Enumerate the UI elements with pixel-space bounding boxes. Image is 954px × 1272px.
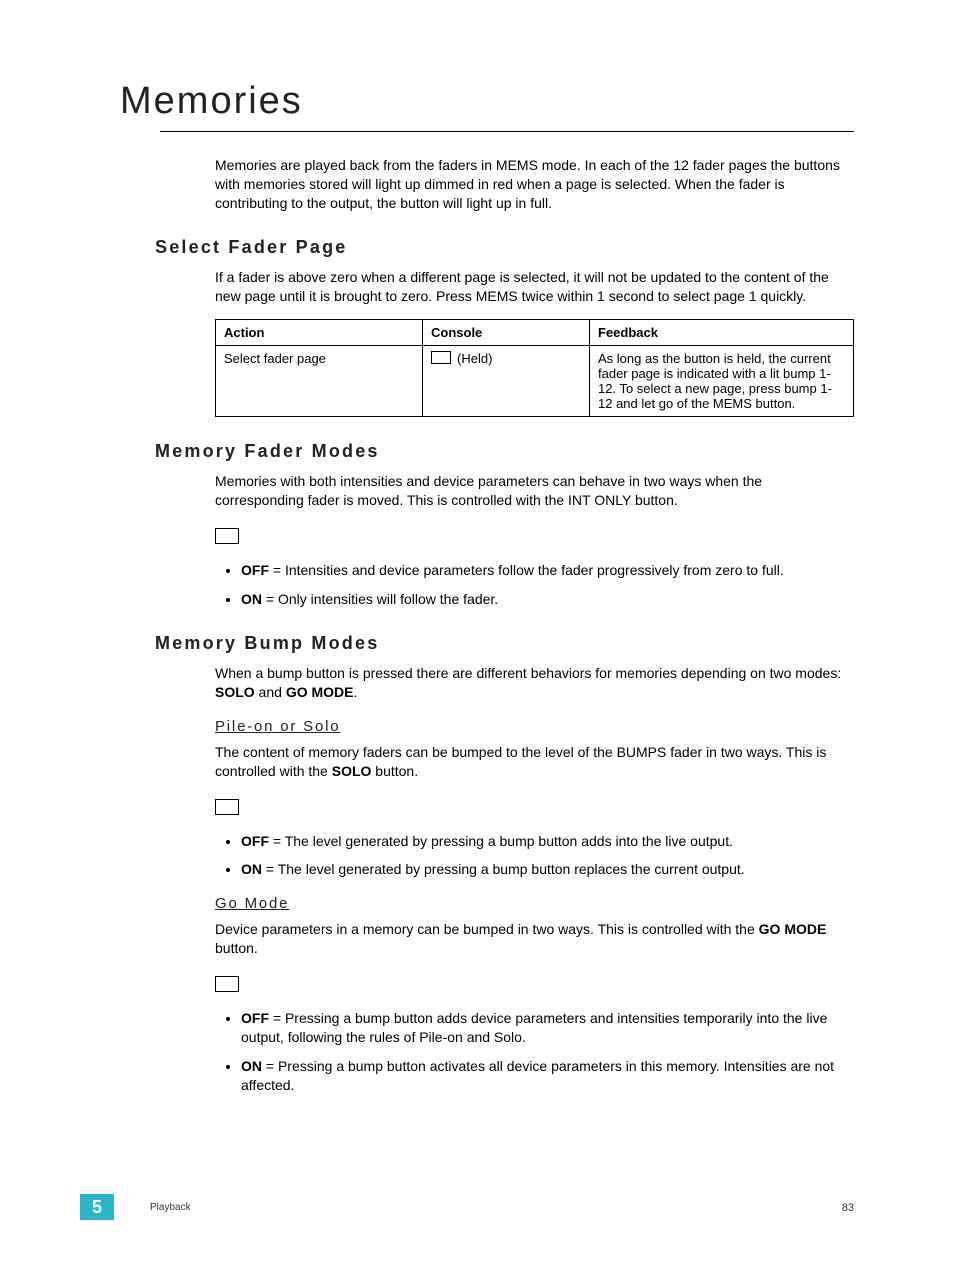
heading-bump-modes: Memory Bump Modes	[155, 633, 854, 654]
pile-on-list: OFF = The level generated by pressing a …	[215, 832, 854, 880]
pile-on-paragraph: The content of memory faders can be bump…	[215, 743, 854, 781]
select-fader-paragraph: If a fader is above zero when a differen…	[215, 268, 854, 306]
console-held-label: (Held)	[457, 351, 492, 366]
console-button-icon	[431, 351, 451, 364]
th-console: Console	[423, 320, 590, 346]
cell-action: Select fader page	[216, 346, 423, 417]
footer-section-label: Playback	[150, 1202, 191, 1213]
list-item: ON = Pressing a bump button activates al…	[241, 1057, 854, 1095]
th-action: Action	[216, 320, 423, 346]
go-mode-button-icon	[215, 976, 239, 992]
select-fader-table: Action Console Feedback Select fader pag…	[215, 319, 854, 417]
page-title: Memories	[120, 80, 854, 123]
bump-modes-paragraph: When a bump button is pressed there are …	[215, 664, 854, 702]
list-item: OFF = The level generated by pressing a …	[241, 832, 854, 851]
footer-page-number: 83	[842, 1202, 854, 1214]
cell-console: (Held)	[423, 346, 590, 417]
page-footer: 5 Playback 83	[0, 1194, 954, 1224]
cell-feedback: As long as the button is held, the curre…	[590, 346, 854, 417]
mode-label: ON	[241, 1058, 262, 1074]
fader-modes-list: OFF = Intensities and device parameters …	[215, 561, 854, 609]
intro-paragraph: Memories are played back from the faders…	[215, 156, 854, 213]
heading-fader-modes: Memory Fader Modes	[155, 441, 854, 462]
document-page: Memories Memories are played back from t…	[0, 0, 954, 1272]
mode-text: = The level generated by pressing a bump…	[262, 861, 745, 877]
heading-pile-on: Pile-on or Solo	[215, 718, 854, 735]
list-item: ON = Only intensities will follow the fa…	[241, 590, 854, 609]
list-item: OFF = Pressing a bump button adds device…	[241, 1009, 854, 1047]
mode-text: = Pressing a bump button adds device par…	[241, 1010, 827, 1045]
mode-label: OFF	[241, 1010, 269, 1026]
pile-btn: SOLO	[332, 763, 372, 779]
mode-text: = The level generated by pressing a bump…	[269, 833, 733, 849]
int-only-button-icon	[215, 528, 239, 544]
mode-text: = Intensities and device parameters foll…	[269, 562, 784, 578]
th-feedback: Feedback	[590, 320, 854, 346]
body-column: Memories are played back from the faders…	[215, 156, 854, 1095]
pile-para-post: button.	[371, 763, 418, 779]
go-mode-list: OFF = Pressing a bump button adds device…	[215, 1009, 854, 1095]
solo-button-icon	[215, 799, 239, 815]
mode-label: ON	[241, 861, 262, 877]
bump-mode2: GO MODE	[286, 684, 354, 700]
chapter-number-badge: 5	[80, 1194, 114, 1220]
go-mode-paragraph: Device parameters in a memory can be bum…	[215, 920, 854, 958]
table-row: Select fader page (Held) As long as the …	[216, 346, 854, 417]
fader-modes-paragraph: Memories with both intensities and devic…	[215, 472, 854, 510]
mode-text: = Pressing a bump button activates all d…	[241, 1058, 834, 1093]
bump-mode1: SOLO	[215, 684, 255, 700]
list-item: OFF = Intensities and device parameters …	[241, 561, 854, 580]
table-header-row: Action Console Feedback	[216, 320, 854, 346]
title-rule	[160, 131, 854, 132]
mode-label: ON	[241, 591, 262, 607]
go-btn: GO MODE	[759, 921, 827, 937]
go-para-pre: Device parameters in a memory can be bum…	[215, 921, 759, 937]
heading-select-fader: Select Fader Page	[155, 237, 854, 258]
heading-go-mode: Go Mode	[215, 895, 854, 912]
bump-period: .	[353, 684, 357, 700]
bump-and: and	[255, 684, 286, 700]
pile-para-pre: The content of memory faders can be bump…	[215, 744, 826, 779]
mode-text: = Only intensities will follow the fader…	[262, 591, 498, 607]
title-block: Memories	[120, 80, 854, 123]
mode-label: OFF	[241, 833, 269, 849]
list-item: ON = The level generated by pressing a b…	[241, 860, 854, 879]
mode-label: OFF	[241, 562, 269, 578]
bump-para-pre: When a bump button is pressed there are …	[215, 665, 841, 681]
go-para-post: button.	[215, 940, 258, 956]
